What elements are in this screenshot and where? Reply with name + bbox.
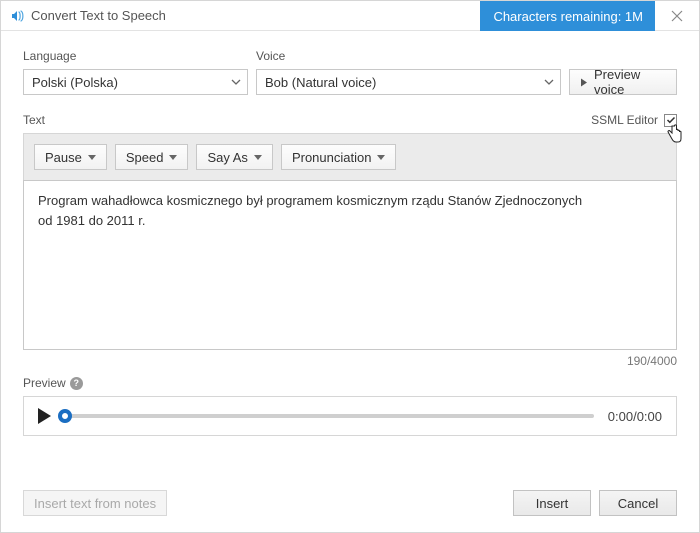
- seek-thumb[interactable]: [58, 409, 72, 423]
- preview-voice-button[interactable]: Preview voice: [569, 69, 677, 95]
- ssml-editor-checkbox[interactable]: [664, 114, 677, 127]
- language-select-value: Polski (Polska): [32, 75, 118, 90]
- text-header: Text SSML Editor: [23, 113, 677, 127]
- pronunciation-label: Pronunciation: [292, 150, 372, 165]
- language-label: Language: [23, 49, 248, 63]
- language-voice-row: Language Polski (Polska) Voice Bob (Natu…: [23, 49, 677, 95]
- characters-remaining-badge: Characters remaining: 1M: [480, 1, 655, 31]
- caret-down-icon: [169, 155, 177, 160]
- voice-select-value: Bob (Natural voice): [265, 75, 376, 90]
- voice-select[interactable]: Bob (Natural voice): [256, 69, 561, 95]
- play-small-icon: [580, 78, 588, 87]
- preview-voice-label: Preview voice: [594, 67, 666, 97]
- caret-down-icon: [254, 155, 262, 160]
- preview-label-row: Preview ?: [23, 376, 677, 390]
- tts-dialog: Convert Text to Speech Characters remain…: [0, 0, 700, 533]
- speed-dropdown[interactable]: Speed: [115, 144, 189, 170]
- say-as-label: Say As: [207, 150, 247, 165]
- titlebar: Convert Text to Speech Characters remain…: [1, 1, 699, 31]
- say-as-dropdown[interactable]: Say As: [196, 144, 272, 170]
- pause-label: Pause: [45, 150, 82, 165]
- caret-down-icon: [377, 155, 385, 160]
- language-select[interactable]: Polski (Polska): [23, 69, 248, 95]
- close-icon: [671, 10, 683, 22]
- cancel-button[interactable]: Cancel: [599, 490, 677, 516]
- pronunciation-dropdown[interactable]: Pronunciation: [281, 144, 397, 170]
- ssml-editor-label: SSML Editor: [591, 113, 658, 127]
- close-button[interactable]: [655, 1, 699, 31]
- ssml-editor-toggle[interactable]: SSML Editor: [591, 113, 677, 127]
- insert-from-notes-button: Insert text from notes: [23, 490, 167, 516]
- pause-dropdown[interactable]: Pause: [34, 144, 107, 170]
- insert-button[interactable]: Insert: [513, 490, 591, 516]
- content-area: Language Polski (Polska) Voice Bob (Natu…: [1, 31, 699, 476]
- chevron-down-icon: [231, 79, 241, 85]
- seek-track[interactable]: [65, 414, 594, 418]
- speed-label: Speed: [126, 150, 164, 165]
- preview-label: Preview: [23, 376, 66, 390]
- window-title: Convert Text to Speech: [31, 8, 166, 23]
- caret-down-icon: [88, 155, 96, 160]
- voice-label: Voice: [256, 49, 561, 63]
- help-icon[interactable]: ?: [70, 377, 83, 390]
- chevron-down-icon: [544, 79, 554, 85]
- text-input[interactable]: [23, 180, 677, 350]
- ssml-toolbar: Pause Speed Say As Pronunciation: [23, 133, 677, 180]
- audio-player: 0:00/0:00: [23, 396, 677, 436]
- playback-time: 0:00/0:00: [608, 409, 662, 424]
- text-label: Text: [23, 113, 45, 127]
- dialog-footer: Insert text from notes Insert Cancel: [1, 476, 699, 532]
- play-button[interactable]: [38, 408, 51, 424]
- tts-app-icon: [9, 8, 25, 24]
- character-counter: 190/4000: [23, 354, 677, 368]
